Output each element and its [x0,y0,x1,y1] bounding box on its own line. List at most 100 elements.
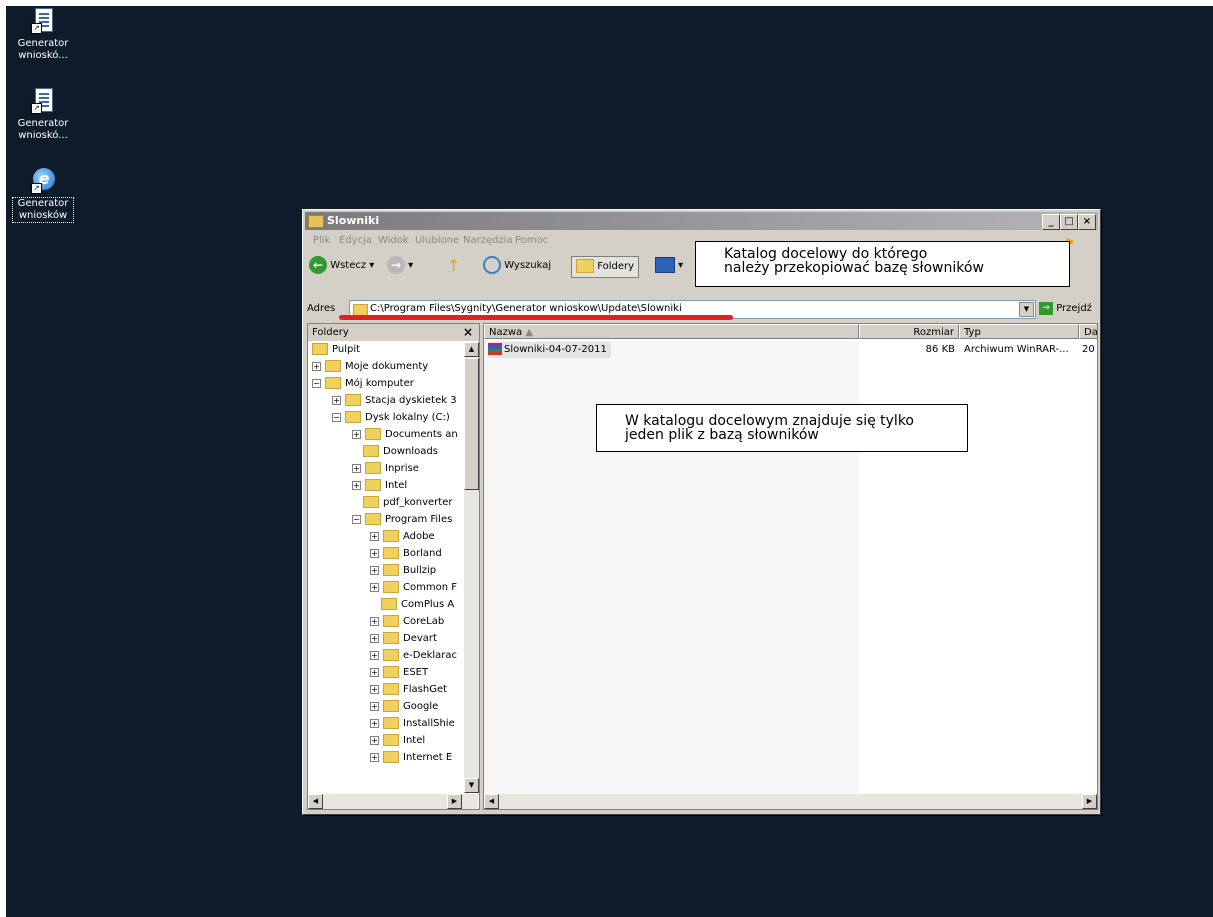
tree-item[interactable]: + CoreLab [370,614,444,630]
menu-ulubione[interactable]: Ulubione [415,235,459,246]
expand-icon[interactable]: + [370,752,379,762]
tree-item[interactable]: pdf_konverter [352,495,452,511]
expand-icon[interactable]: + [370,735,379,745]
tree-item-label: Downloads [383,446,438,457]
desktop-icon-generator-2[interactable]: ↗ Generator wnioskó... [6,88,80,142]
column-size[interactable]: Rozmiar [859,324,959,339]
tree-item[interactable]: + Common F [370,580,457,596]
scroll-right-button[interactable]: ▶ [447,794,462,809]
go-label: Przejdź [1056,303,1092,314]
scroll-down-button[interactable]: ▼ [464,778,479,793]
vertical-scrollbar[interactable]: ▲ ▼ [464,342,479,793]
expand-icon[interactable]: + [370,548,379,558]
expand-icon[interactable]: + [370,531,379,541]
tree-item[interactable]: ComPlus A [370,597,454,613]
menu-pomoc[interactable]: Pomoc [515,235,548,246]
close-button[interactable]: × [1078,214,1096,230]
folder-icon [383,683,399,695]
views-button[interactable]: ▾ [655,256,683,276]
tree-item[interactable]: + Documents an [352,427,458,443]
search-label: Wyszukaj [504,260,552,271]
expand-icon[interactable]: + [352,429,361,439]
tree-item[interactable]: + Inprise [352,461,419,477]
scroll-up-button[interactable]: ▲ [464,342,479,357]
desktop-icon-generator-ie[interactable]: e ↗ Generator wniosków [6,168,80,223]
scroll-right-button[interactable]: ▶ [1082,794,1097,809]
tree-item[interactable]: + Stacja dyskietek 3 [332,393,457,409]
tree-item[interactable]: + Moje dokumenty [312,359,428,375]
tree-item[interactable]: Pulpit [312,342,360,358]
expand-icon[interactable]: + [332,395,341,405]
tree-item[interactable]: − Program Files [352,512,452,528]
expand-icon[interactable]: + [370,684,379,694]
file-date: 20 [1082,344,1095,355]
expand-icon[interactable]: + [370,650,379,660]
tree-item[interactable]: + Google [370,699,438,715]
expand-icon[interactable]: + [370,582,379,592]
title-bar[interactable]: Slowniki _ □ × [305,212,1098,230]
tree-item[interactable]: − Mój komputer [312,376,414,392]
expand-icon[interactable]: + [370,565,379,575]
tree-item[interactable]: + Internet E [370,750,452,766]
file-list: Nazwa ▲ Rozmiar Typ Da Slowniki-04-07-20… [483,323,1098,810]
tree-item[interactable]: + Devart [370,631,437,647]
collapse-icon[interactable]: − [352,514,361,524]
expand-icon[interactable]: + [352,463,361,473]
folder-icon [383,751,399,763]
expand-icon[interactable]: + [370,633,379,643]
tree-item-label: e-Deklarac [403,650,458,661]
address-dropdown-button[interactable]: ▼ [1019,302,1034,317]
scroll-left-button[interactable]: ◀ [308,794,323,809]
horizontal-scrollbar[interactable]: ◀ ▶ [308,794,478,809]
expand-icon[interactable]: + [370,667,379,677]
expand-icon[interactable]: + [370,616,379,626]
tree-item[interactable]: + Adobe [370,529,435,545]
column-type[interactable]: Typ [959,324,1079,339]
tree-item[interactable]: − Dysk lokalny (C:) [332,410,450,426]
menu-narzedzia[interactable]: Narzędzia [463,235,513,246]
column-date[interactable]: Da [1079,324,1097,339]
folder-tree: Pulpit + Moje dokumenty − Mój komputer + Stacj… [308,342,464,790]
file-list-horizontal-scrollbar[interactable]: ◀ ▶ [484,794,1097,809]
search-button[interactable]: Wyszukaj [483,256,551,276]
expand-icon[interactable]: + [312,361,321,371]
column-name[interactable]: Nazwa ▲ [484,324,859,339]
desktop-icon-generator-1[interactable]: ↗ Generator wnioskó... [6,8,80,62]
tree-item[interactable]: + Bullzip [370,563,436,579]
folders-pane-title: Foldery [312,327,349,338]
tree-item[interactable]: Downloads [352,444,438,460]
menu-edycja[interactable]: Edycja [339,235,372,246]
annotation-line-2: należy przekopiować bazę słowników [724,260,984,276]
expand-icon[interactable]: + [370,701,379,711]
close-pane-icon[interactable]: × [463,325,473,339]
collapse-icon[interactable]: − [312,378,321,388]
menu-plik[interactable]: Plik [313,235,330,246]
tree-item-label: CoreLab [403,616,445,627]
tree-item-label: Adobe [403,531,435,542]
tree-item[interactable]: + e-Deklarac [370,648,457,664]
tree-item[interactable]: + ESET [370,665,428,681]
tree-item[interactable]: + Intel [370,733,425,749]
maximize-button[interactable]: □ [1060,214,1078,230]
file-row[interactable]: Slowniki-04-07-2011 86 KB Archiwum WinRA… [488,342,1095,358]
back-button[interactable]: ← Wstecz ▾ [309,256,374,276]
menu-widok[interactable]: Widok [378,235,409,246]
scroll-left-button[interactable]: ◀ [484,794,499,809]
tree-item[interactable]: + FlashGet [370,682,447,698]
tree-item[interactable]: + Borland [370,546,442,562]
tree-item[interactable]: + InstallShie [370,716,455,732]
folder-up-icon[interactable]: ↑ [447,256,460,276]
collapse-icon[interactable]: − [332,412,341,422]
folders-button[interactable]: Foldery [571,256,640,278]
scroll-thumb[interactable] [464,358,479,490]
folder-icon [383,649,399,661]
forward-button[interactable]: → ▾ [387,256,413,276]
search-icon [483,256,501,274]
tree-item-label: Borland [403,548,442,559]
expand-icon[interactable]: + [370,718,379,728]
tree-item[interactable]: + Intel [352,478,407,494]
tree-item-label: Moje dokumenty [345,361,429,372]
minimize-button[interactable]: _ [1042,214,1060,230]
go-button[interactable]: → Przejdź [1039,300,1094,317]
expand-icon[interactable]: + [352,480,361,490]
